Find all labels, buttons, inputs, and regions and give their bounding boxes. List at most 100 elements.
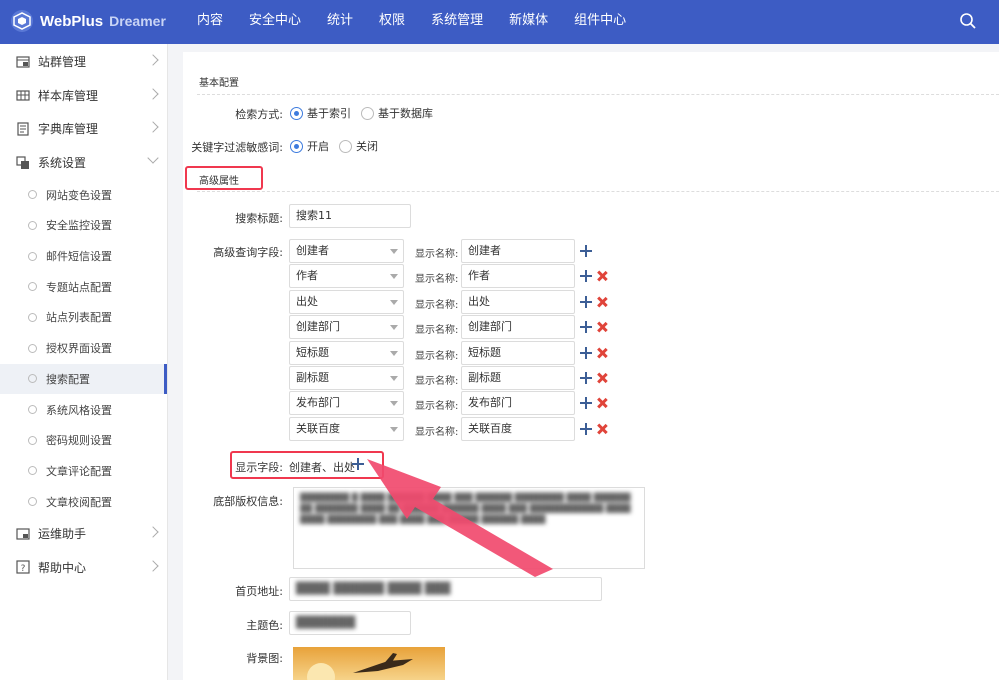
search-icon[interactable]: [959, 12, 977, 30]
add-row-icon[interactable]: [579, 295, 593, 309]
sidebar-subitem-label: 系统风格设置: [46, 403, 112, 417]
sidebar-subitem-password-rules[interactable]: 密码规则设置: [0, 425, 167, 456]
display-name-label: 显示名称:: [415, 299, 459, 311]
nav-security[interactable]: 安全中心: [236, 0, 314, 44]
display-name-input[interactable]: 创建部门: [461, 315, 575, 340]
add-row-icon[interactable]: [579, 422, 593, 436]
annotation-arrow-icon: [367, 459, 553, 577]
nav-permissions[interactable]: 权限: [366, 0, 418, 44]
nav-new-media[interactable]: 新媒体: [496, 0, 561, 44]
display-name-label: 显示名称:: [415, 426, 459, 438]
nav-content[interactable]: 内容: [184, 0, 236, 44]
divider: [197, 94, 999, 95]
library-icon: [16, 90, 30, 101]
sidebar-item-label: 运维助手: [38, 527, 87, 542]
circle-icon: [28, 374, 37, 384]
remove-row-icon[interactable]: [596, 397, 608, 409]
sidebar-subitem-mail-sms[interactable]: 邮件短信设置: [0, 241, 167, 272]
add-row-icon[interactable]: [579, 269, 593, 283]
query-field-select[interactable]: 短标题: [289, 340, 404, 365]
sidebar-item-help[interactable]: ? 帮助中心: [0, 551, 167, 585]
add-row-icon[interactable]: [579, 371, 593, 385]
display-name-input[interactable]: 副标题: [461, 366, 575, 390]
logo[interactable]: WebPlus Dreamer: [8, 6, 166, 36]
homepage-input[interactable]: ████ ██████ ████ ███: [289, 577, 602, 601]
caret-down-icon: [390, 299, 398, 305]
sidebar-subitem-security-monitor[interactable]: 安全监控设置: [0, 210, 167, 241]
sidebar-subitem-system-style[interactable]: 系统风格设置: [0, 394, 167, 425]
query-field-select[interactable]: 创建部门: [289, 315, 404, 340]
caret-down-icon: [390, 376, 398, 381]
query-field-select[interactable]: 作者: [289, 264, 404, 289]
display-name-input[interactable]: 发布部门: [461, 391, 575, 416]
sidebar-subitem-label: 专题站点配置: [46, 280, 112, 294]
sidebar-subitem-site-color[interactable]: 网站变色设置: [0, 179, 167, 210]
sidebar-item-ops[interactable]: 运维助手: [0, 517, 167, 551]
display-name-input[interactable]: 作者: [461, 264, 575, 289]
sidebar-subitem-label: 文章校阅配置: [46, 495, 112, 509]
display-name-label: 显示名称:: [415, 401, 459, 413]
remove-row-icon[interactable]: [596, 270, 608, 282]
sidebar-item-samples[interactable]: 样本库管理: [0, 79, 167, 113]
radio-database[interactable]: [361, 106, 374, 120]
nav-statistics[interactable]: 统计: [314, 0, 366, 44]
ops-icon: [16, 528, 30, 540]
help-icon: ?: [16, 560, 30, 574]
sidebar-subitem-label: 搜索配置: [46, 372, 90, 386]
sidebar-item-label: 样本库管理: [38, 88, 99, 103]
caret-down-icon: [390, 274, 398, 280]
query-field-select[interactable]: 副标题: [289, 366, 404, 390]
add-row-icon[interactable]: [579, 244, 593, 258]
sidebar-subitem-review[interactable]: 文章校阅配置: [0, 486, 167, 517]
sidebar-item-dictionary[interactable]: 字典库管理: [0, 112, 167, 146]
sidebar-subitem-auth-page[interactable]: 授权界面设置: [0, 333, 167, 364]
background-image-preview[interactable]: [293, 647, 445, 680]
show-fields-label: 显示字段:: [235, 461, 283, 474]
sidebar-item-label: 站群管理: [38, 55, 87, 70]
remove-row-icon[interactable]: [596, 423, 608, 435]
radio-index[interactable]: [290, 106, 303, 120]
search-title-input[interactable]: 搜索11: [289, 204, 411, 228]
query-field-select[interactable]: 发布部门: [289, 391, 404, 416]
sidebar: 站群管理 样本库管理 字典库管理 系统设置 网站变色设置 安全监控设置 邮件短信…: [0, 44, 168, 680]
sidebar-subitem-site-list[interactable]: 站点列表配置: [0, 302, 167, 333]
radio-label: 基于数据库: [378, 107, 433, 120]
sidebar-item-label: 系统设置: [38, 156, 87, 171]
remove-row-icon[interactable]: [596, 347, 608, 359]
query-field-select[interactable]: 出处: [289, 289, 404, 314]
remove-row-icon[interactable]: [596, 372, 608, 384]
add-row-icon[interactable]: [579, 396, 593, 410]
remove-row-icon[interactable]: [596, 296, 608, 308]
circle-icon: [28, 220, 37, 230]
display-name-input[interactable]: 创建者: [461, 239, 575, 263]
theme-color-input[interactable]: ███████: [289, 611, 411, 635]
nav-system[interactable]: 系统管理: [418, 0, 496, 44]
nav-components[interactable]: 组件中心: [561, 0, 639, 44]
caret-down-icon: [390, 249, 398, 254]
circle-icon: [28, 497, 37, 507]
sidebar-item-system-settings[interactable]: 系统设置: [0, 146, 167, 180]
sidebar-subitem-comments[interactable]: 文章评论配置: [0, 456, 167, 487]
sidebar-subitem-topic-sites[interactable]: 专题站点配置: [0, 271, 167, 302]
radio-on[interactable]: [290, 139, 303, 153]
add-row-icon[interactable]: [579, 320, 593, 334]
caret-down-icon: [390, 350, 398, 356]
search-mode-label: 检索方式:: [235, 108, 283, 121]
chevron-right-icon: [147, 559, 159, 572]
svg-text:?: ?: [21, 564, 26, 574]
query-field-select[interactable]: 关联百度: [289, 416, 404, 441]
add-row-icon[interactable]: [579, 346, 593, 360]
display-name-input[interactable]: 关联百度: [461, 416, 575, 441]
radio-off[interactable]: [339, 139, 352, 153]
remove-row-icon[interactable]: [596, 321, 608, 333]
chevron-right-icon: [147, 54, 159, 66]
sidebar-subitem-search-config[interactable]: 搜索配置: [0, 363, 167, 395]
chevron-down-icon: [147, 152, 159, 164]
top-navbar: WebPlus Dreamer 内容 安全中心 统计 权限 系统管理 新媒体 组件…: [0, 0, 999, 44]
sidebar-item-label: 字典库管理: [38, 122, 99, 137]
display-name-input[interactable]: 出处: [461, 289, 575, 314]
sidebar-item-sites[interactable]: 站群管理: [0, 45, 167, 79]
background-label: 背景图:: [246, 652, 283, 665]
query-field-select[interactable]: 创建者: [289, 239, 404, 263]
display-name-input[interactable]: 短标题: [461, 340, 575, 365]
